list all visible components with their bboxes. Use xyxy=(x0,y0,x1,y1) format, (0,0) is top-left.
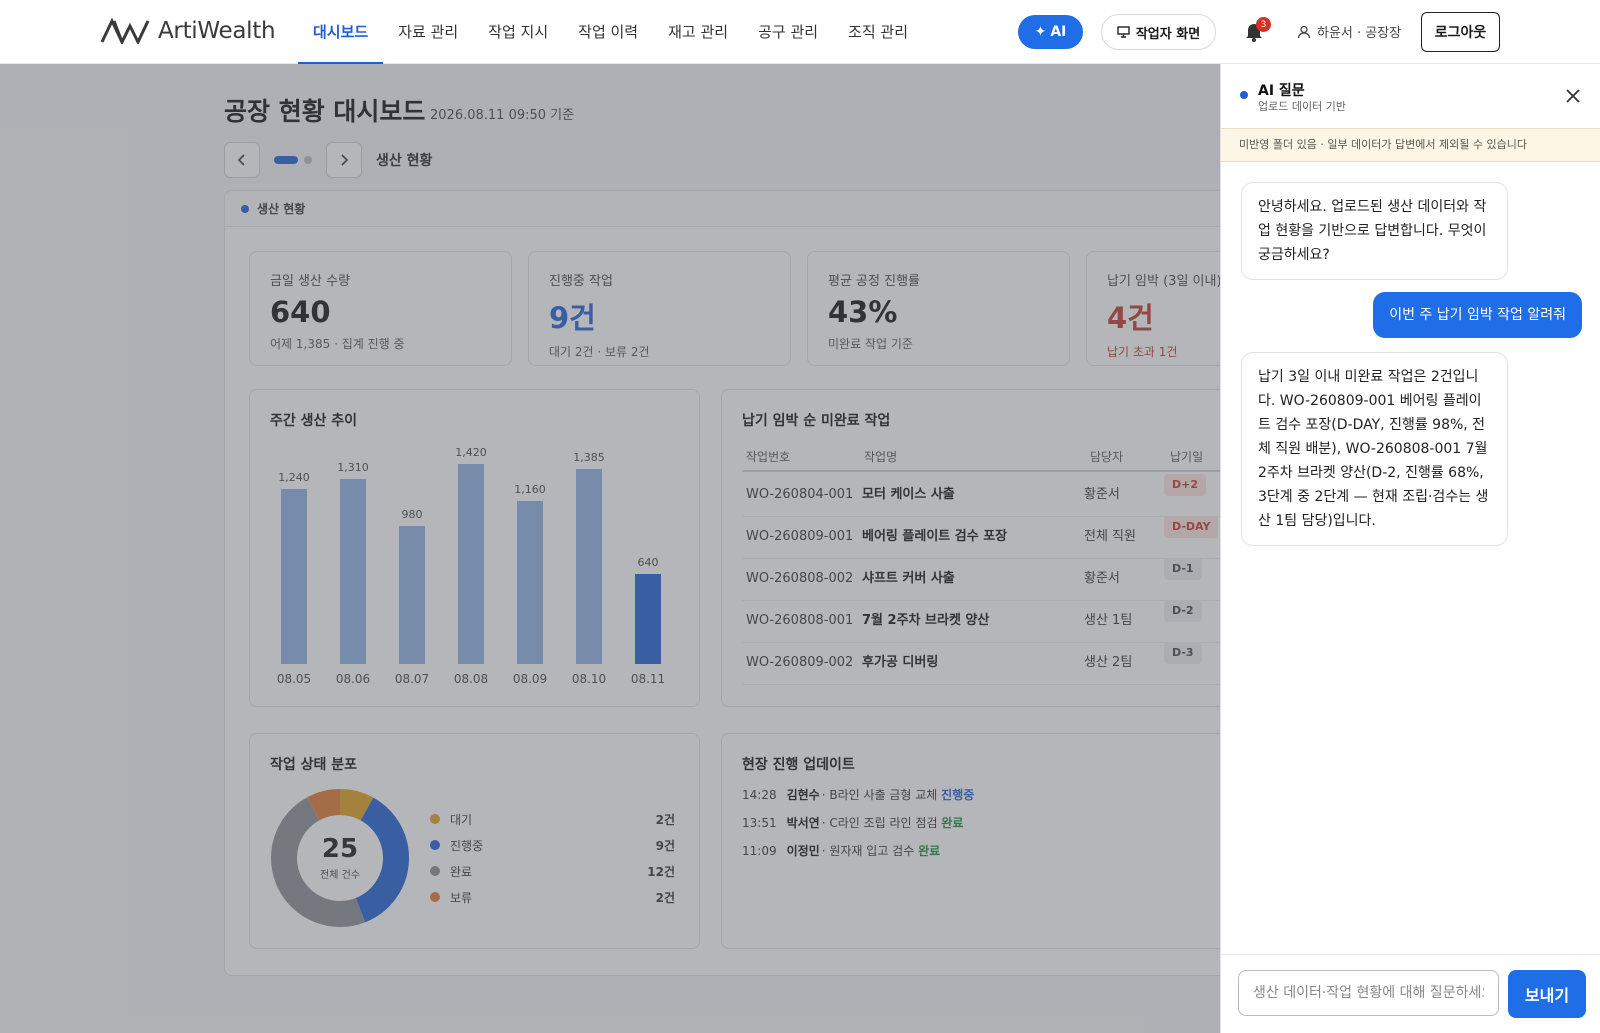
user-label: 하윤서 · 공장장 xyxy=(1317,26,1402,41)
brand-name: ArtiWealth xyxy=(158,18,276,44)
user-profile[interactable]: 하윤서 · 공장장 xyxy=(1297,22,1401,41)
nav-organization[interactable]: 조직 관리 xyxy=(833,0,923,64)
top-nav: ArtiWealth 대시보드 자료 관리 작업 지시 작업 이력 재고 관리 … xyxy=(0,0,1600,65)
chat-footer-divider xyxy=(1221,954,1600,955)
ai-button-label: AI xyxy=(1050,24,1067,40)
nav-dashboard[interactable]: 대시보드 xyxy=(298,0,384,65)
chat-message-user: 이번 주 납기 임박 작업 알려줘 xyxy=(1373,292,1582,338)
chat-header: AI 질문 업로드 데이터 기반 xyxy=(1221,64,1600,128)
monitor-icon xyxy=(1117,26,1130,38)
close-icon[interactable] xyxy=(1561,84,1585,108)
nav-data-management[interactable]: 자료 관리 xyxy=(383,0,473,64)
sparkle-icon: ✦ xyxy=(1034,24,1047,40)
chat-title: AI 질문 xyxy=(1258,83,1305,99)
worker-screen-button[interactable]: 작업자 화면 xyxy=(1101,14,1216,50)
nav-tools[interactable]: 공구 관리 xyxy=(743,0,833,64)
nav-work-orders[interactable]: 작업 지시 xyxy=(473,0,563,64)
modal-overlay[interactable] xyxy=(0,64,1220,1033)
nav-inventory[interactable]: 재고 관리 xyxy=(653,0,743,64)
notification-badge: 3 xyxy=(1256,17,1271,32)
worker-screen-label: 작업자 화면 xyxy=(1135,26,1201,42)
ai-button[interactable]: ✦ AI xyxy=(1018,15,1083,49)
chat-message-bot: 납기 3일 이내 미완료 작업은 2건입니다. WO-260809-001 베어… xyxy=(1241,352,1508,546)
chat-message-bot: 안녕하세요. 업로드된 생산 데이터와 작업 현황을 기반으로 답변합니다. 무… xyxy=(1241,182,1508,280)
user-icon xyxy=(1297,25,1311,38)
ai-chat-panel: AI 질문 업로드 데이터 기반 미반영 폴더 있음 · 일부 데이터가 답변에… xyxy=(1220,64,1600,1033)
nav-work-history[interactable]: 작업 이력 xyxy=(563,0,653,64)
brand-logo[interactable]: ArtiWealth xyxy=(100,18,276,44)
chat-status-dot xyxy=(1240,91,1248,99)
chat-warning-banner: 미반영 폴더 있음 · 일부 데이터가 답변에서 제외될 수 있습니다 xyxy=(1221,128,1600,162)
chat-subtitle: 업로드 데이터 기반 xyxy=(1258,100,1346,113)
main-nav: 대시보드 자료 관리 작업 지시 작업 이력 재고 관리 공구 관리 조직 관리 xyxy=(298,0,923,65)
send-button[interactable]: 보내기 xyxy=(1508,970,1586,1018)
logout-button[interactable]: 로그아웃 xyxy=(1421,12,1500,52)
logo-mark-icon xyxy=(100,18,150,44)
chat-input[interactable] xyxy=(1238,970,1499,1016)
